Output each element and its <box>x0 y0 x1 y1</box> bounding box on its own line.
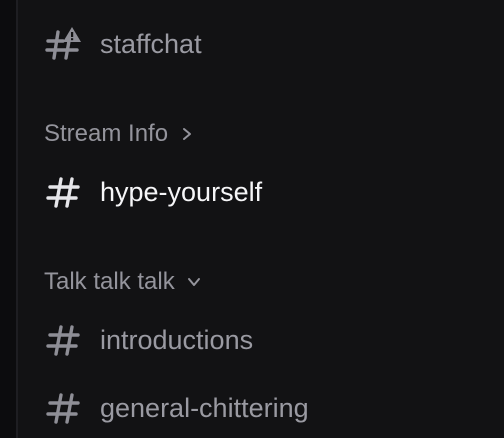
channel-introductions[interactable]: introductions <box>44 318 253 362</box>
channel-sidebar: staffchat Stream Info hype-yourself Talk… <box>0 0 504 438</box>
chevron-right-icon <box>180 127 194 141</box>
channel-hype-yourself[interactable]: hype-yourself <box>44 170 262 214</box>
hashtag-icon <box>44 388 84 428</box>
hashtag-icon <box>44 172 84 212</box>
category-talk-talk-talk[interactable]: Talk talk talk <box>44 266 201 298</box>
chevron-down-icon <box>187 275 201 289</box>
category-label: Stream Info <box>44 120 169 147</box>
server-rail-edge <box>0 0 18 438</box>
channel-staffchat[interactable]: staffchat <box>44 22 202 66</box>
channel-name: general-chittering <box>100 392 309 423</box>
channel-name: hype-yourself <box>100 176 263 207</box>
category-stream-info[interactable]: Stream Info <box>44 118 194 150</box>
hashtag-locked-icon <box>44 24 84 64</box>
channel-name: introductions <box>100 324 254 355</box>
channel-name: staffchat <box>100 28 202 59</box>
hashtag-icon <box>44 320 84 360</box>
category-label: Talk talk talk <box>44 268 175 295</box>
channel-general-chittering[interactable]: general-chittering <box>44 386 309 430</box>
